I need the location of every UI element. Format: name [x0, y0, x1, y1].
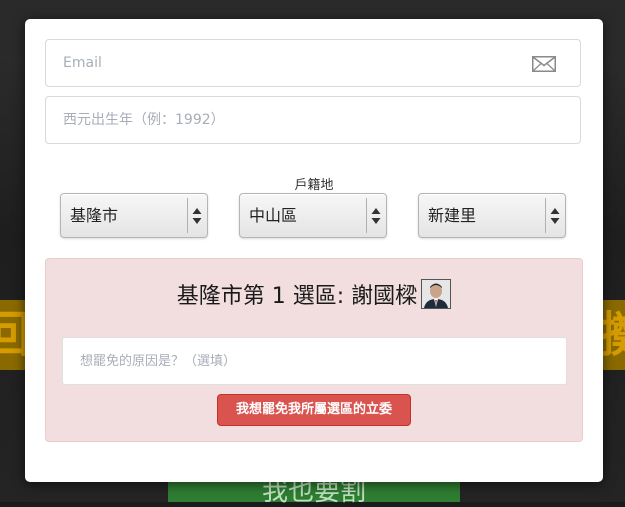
district-legislator-heading: 基隆市第 1 選區: 謝國樑 [46, 279, 582, 313]
email-field-wrapper [45, 39, 581, 87]
recall-modal: 戶籍地 基隆市 中山區 新建里 基隆市第 1 選區: 謝國樑 [25, 19, 603, 482]
up-down-arrows-icon [192, 208, 202, 224]
email-input[interactable] [46, 40, 580, 86]
city-select[interactable]: 基隆市 [60, 193, 208, 238]
household-registration-label: 戶籍地 [294, 178, 334, 193]
legislator-avatar [421, 279, 452, 309]
district-legislator-text: 基隆市第 1 選區: 謝國樑 [176, 284, 418, 309]
select-divider [366, 198, 367, 233]
up-down-arrows-icon [371, 208, 381, 224]
district-select-value: 中山區 [249, 206, 298, 225]
legislator-portrait-icon [422, 280, 451, 308]
legislator-result-panel: 基隆市第 1 選區: 謝國樑 我想罷免我所屬選區的立委 [45, 258, 583, 442]
select-divider [187, 198, 188, 233]
up-down-arrows-icon [550, 208, 560, 224]
background-glyph-right: 擲 [600, 307, 625, 363]
city-select-value: 基隆市 [70, 206, 119, 225]
village-select[interactable]: 新建里 [418, 193, 566, 238]
recall-submit-button[interactable]: 我想罷免我所屬選區的立委 [217, 394, 411, 426]
district-select[interactable]: 中山區 [239, 193, 387, 238]
reason-field-wrapper [62, 337, 567, 385]
village-select-value: 新建里 [428, 206, 477, 225]
birth-year-input[interactable] [46, 97, 580, 143]
birth-year-field-wrapper [45, 96, 581, 144]
select-divider [545, 198, 546, 233]
envelope-icon [532, 56, 556, 72]
recall-reason-input[interactable] [63, 338, 566, 384]
